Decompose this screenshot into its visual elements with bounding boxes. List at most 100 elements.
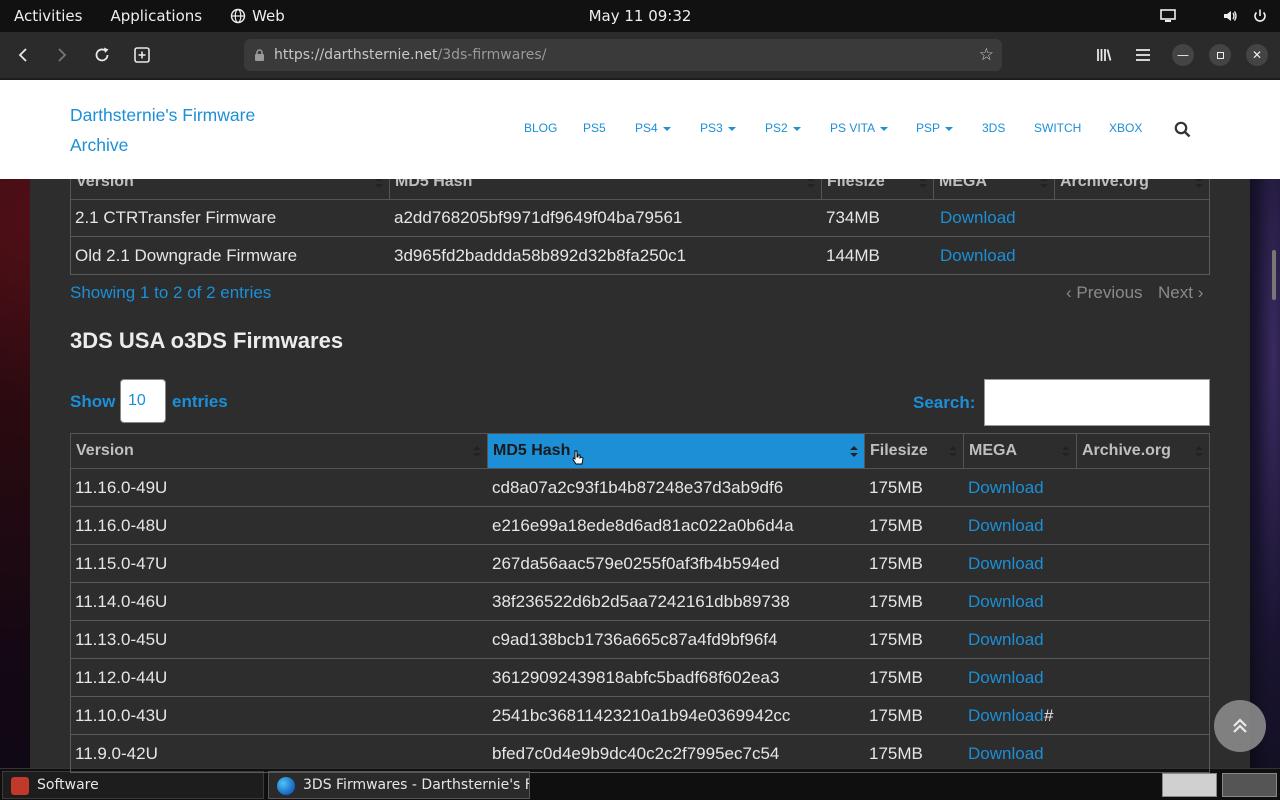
mega-download-link[interactable]: Download: [964, 583, 1044, 620]
dropdown-caret-icon: [792, 126, 801, 131]
close-window-button[interactable]: ✕: [1246, 44, 1268, 66]
page-scrollbar[interactable]: [1272, 250, 1276, 300]
nav-item-3ds[interactable]: 3DS: [982, 121, 1005, 135]
workspace-2[interactable]: [1222, 773, 1277, 797]
sort-icon: [473, 446, 481, 458]
filesize-cell: 175MB: [869, 630, 923, 649]
applications-menu[interactable]: Applications: [96, 0, 216, 32]
browser-toolbar: https://darthsternie.net/3ds-firmwares/ …: [0, 32, 1280, 79]
reload-icon: [95, 47, 109, 62]
nav-item-ps2[interactable]: PS2: [765, 121, 801, 135]
entries-length-select[interactable]: 10: [120, 379, 166, 423]
table-row: Old 2.1 Downgrade Firmware 3d965fd2baddd…: [70, 237, 1210, 275]
table-row: 11.15.0-47U 267da56aac579e0255f0af3fb4b59…: [70, 545, 1210, 583]
dropdown-caret-icon: [727, 126, 736, 131]
sort-icon: [1195, 446, 1203, 458]
site-nav: BLOG PS5 PS4 PS3 PS2 PS VITA PSP 3DS SWI…: [0, 80, 1280, 179]
hamburger-icon: [1136, 49, 1150, 61]
forward-button[interactable]: [47, 40, 77, 70]
mega-download-link[interactable]: Download: [964, 507, 1044, 544]
mega-download-link[interactable]: Download: [936, 237, 1016, 274]
nav-item-psvita[interactable]: PS VITA: [830, 121, 889, 135]
search-input[interactable]: [984, 379, 1210, 426]
taskbar-item-browser[interactable]: 3DS Firmwares - Darthsternie's Fi...: [268, 771, 530, 799]
column-header-filesize[interactable]: Filesize: [865, 434, 964, 468]
md5-cell: 36129092439818abfc5badf68f602ea3: [492, 668, 780, 687]
nav-item-blog[interactable]: BLOG: [524, 121, 557, 135]
filesize-cell: 175MB: [869, 592, 923, 611]
globe-icon: [230, 8, 246, 24]
volume-icon[interactable]: [1222, 8, 1238, 24]
mega-download-link[interactable]: Download: [936, 199, 1016, 236]
double-chevron-up-icon: [1233, 718, 1247, 733]
library-button[interactable]: [1089, 40, 1119, 70]
dropdown-caret-icon: [880, 126, 889, 131]
firmware-table-usa: Version MD5 Hash Filesize MEGA Archive.o…: [70, 433, 1210, 773]
column-header-mega[interactable]: MEGA: [964, 434, 1077, 468]
minimize-button[interactable]: —: [1172, 44, 1194, 66]
mega-download-link[interactable]: Download: [964, 469, 1044, 506]
maximize-icon: [1216, 51, 1224, 59]
nav-item-ps3[interactable]: PS3: [700, 121, 736, 135]
dropdown-caret-icon: [945, 126, 954, 131]
top-bar-left: Activities Applications Web: [0, 0, 299, 32]
table-row: 11.13.0-45U c9ad138bcb1736a665c87a4fd9bf9…: [70, 621, 1210, 659]
firmware-table-previous: Version MD5 Hash Filesize MEGA Archive.o…: [70, 164, 1210, 275]
nav-item-switch[interactable]: SWITCH: [1034, 121, 1081, 135]
mega-download-link[interactable]: Download: [964, 621, 1044, 658]
browser-icon: [277, 777, 295, 795]
web-app-menu[interactable]: Web: [216, 0, 299, 32]
bookmark-star-icon[interactable]: ☆: [979, 39, 994, 71]
search-icon[interactable]: [1174, 121, 1191, 138]
nav-item-ps5[interactable]: PS5: [583, 121, 606, 135]
sort-icon: [850, 446, 858, 458]
nav-item-psp[interactable]: PSP: [916, 121, 954, 135]
new-tab-button[interactable]: [127, 40, 157, 70]
back-to-top-button[interactable]: [1214, 700, 1266, 752]
workspace-1[interactable]: [1162, 773, 1217, 797]
version-cell: 11.16.0-48U: [75, 516, 168, 535]
url-host: https://darthsternie.net: [274, 47, 438, 63]
site-header: Darthsternie's Firmware Archive BLOG PS5…: [0, 80, 1280, 179]
web-app-label: Web: [252, 7, 285, 25]
row-extra-mark: #: [1044, 706, 1054, 725]
filesize-cell: 175MB: [869, 744, 923, 763]
reload-button[interactable]: [87, 40, 117, 70]
activities-button[interactable]: Activities: [0, 0, 96, 32]
mega-download-link[interactable]: Download: [964, 697, 1044, 734]
mega-download-link[interactable]: Download: [964, 545, 1044, 582]
column-header-md5[interactable]: MD5 Hash: [488, 434, 865, 468]
nav-item-xbox[interactable]: XBOX: [1109, 121, 1142, 135]
version-cell: 11.10.0-43U: [75, 706, 168, 725]
md5-cell: a2dd768205bf9971df9649f04ba79561: [394, 208, 683, 227]
nav-item-ps4[interactable]: PS4: [635, 121, 671, 135]
pagination-next[interactable]: Next ›: [1158, 283, 1203, 303]
system-top-bar: Activities Applications Web May 11 09:32: [0, 0, 1280, 32]
column-header-version[interactable]: Version: [71, 434, 488, 468]
filesize-cell: 175MB: [869, 668, 923, 687]
minimize-icon: —: [1177, 48, 1189, 62]
lock-icon: [255, 49, 264, 61]
taskbar-item-software[interactable]: Software: [2, 771, 264, 799]
mega-download-link[interactable]: Download: [964, 735, 1044, 772]
version-cell: 11.13.0-45U: [75, 630, 168, 649]
close-icon: ✕: [1251, 48, 1263, 62]
table-row: 11.12.0-44U 36129092439818abfc5badf68f602…: [70, 659, 1210, 697]
back-button[interactable]: [8, 40, 38, 70]
sort-icon: [949, 446, 957, 458]
entries-label: entries: [172, 392, 228, 411]
power-icon[interactable]: [1252, 8, 1268, 24]
menu-button[interactable]: [1128, 40, 1158, 70]
table-row: 2.1 CTRTransfer Firmware a2dd768205bf997…: [70, 199, 1210, 237]
display-icon[interactable]: [1160, 8, 1176, 24]
version-cell: 11.9.0-42U: [75, 744, 158, 763]
address-bar[interactable]: https://darthsternie.net/3ds-firmwares/ …: [244, 39, 1002, 71]
column-header-archive[interactable]: Archive.org: [1077, 434, 1209, 468]
pagination-previous[interactable]: ‹ Previous: [1066, 283, 1143, 303]
table-row: 11.16.0-48U e216e99a18ede8d6ad81ac022a0b6…: [70, 507, 1210, 545]
md5-cell: c9ad138bcb1736a665c87a4fd9bf96f4: [492, 630, 778, 649]
mega-download-link[interactable]: Download: [964, 659, 1044, 696]
library-icon: [1097, 49, 1112, 61]
table-row: 11.9.0-42U bfed7c0d4e9b9dc40c2c2f7995ec7c…: [70, 735, 1210, 773]
maximize-button[interactable]: [1209, 44, 1231, 66]
